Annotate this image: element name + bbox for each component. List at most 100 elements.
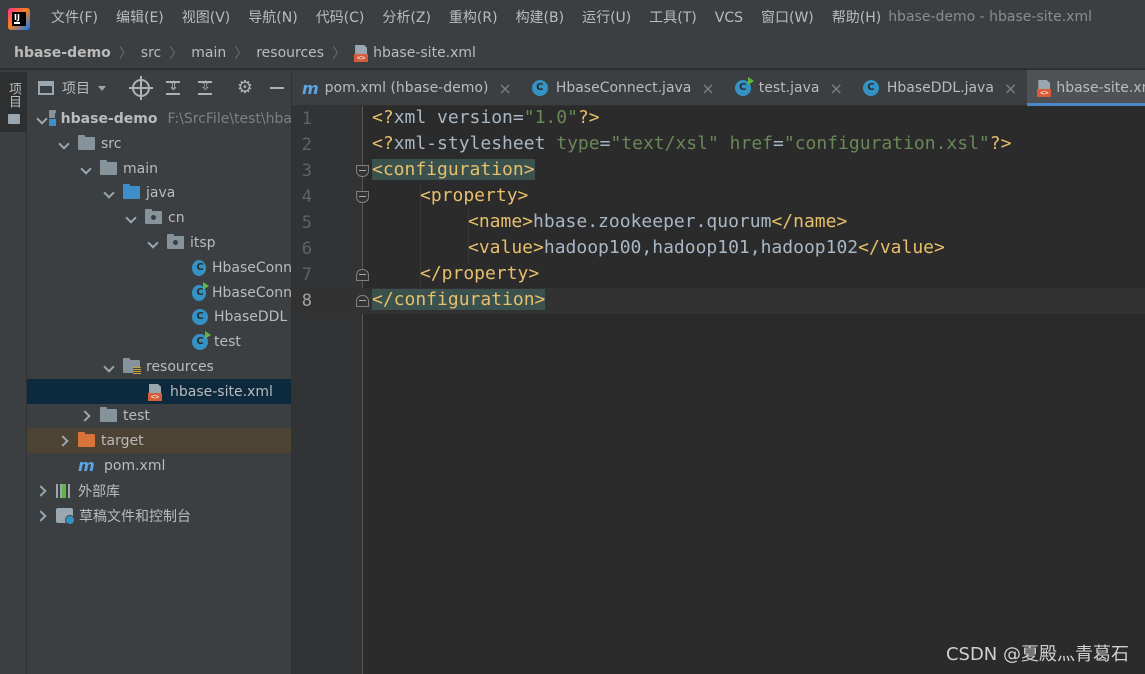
- chevron-right-icon[interactable]: [37, 511, 47, 521]
- chevron-right-icon[interactable]: [81, 411, 91, 421]
- module-folder-icon: [47, 110, 58, 127]
- watermark: CSDN @夏殿灬青葛石: [945, 644, 1129, 665]
- folder-icon: [100, 160, 117, 175]
- breadcrumb-separator: 〉: [234, 45, 249, 62]
- source-folder-icon: [123, 184, 140, 199]
- tab-pom-xml[interactable]: m pom.xml (hbase-demo) ×: [292, 70, 522, 106]
- xml-token: xml-stylesheet: [393, 133, 557, 154]
- xml-tag: <property>: [420, 185, 529, 206]
- chevron-down-icon[interactable]: [59, 139, 69, 149]
- tab-hbaseddl-java[interactable]: HbaseDDL.java ×: [853, 70, 1027, 106]
- close-icon[interactable]: ×: [498, 79, 511, 98]
- menu-edit[interactable]: 编辑(E): [107, 0, 173, 37]
- tree-item-pom[interactable]: m pom.xml: [27, 453, 291, 478]
- breadcrumb: hbase-demo 〉 src 〉 main 〉 resources 〉 hb…: [0, 37, 1145, 69]
- tab-hbaseconnect-java[interactable]: HbaseConnect.java ×: [522, 70, 725, 106]
- menu-run[interactable]: 运行(U): [573, 0, 640, 37]
- chevron-down-icon[interactable]: [126, 213, 136, 223]
- locate-file-icon[interactable]: [129, 76, 153, 100]
- chevron-down-icon[interactable]: [104, 362, 114, 372]
- menu-refactor[interactable]: 重构(R): [440, 0, 507, 37]
- xml-token: =: [599, 133, 611, 154]
- expand-all-icon[interactable]: [164, 79, 182, 97]
- tab-label: HbaseConnect.java: [555, 80, 692, 96]
- tree-item-label: 草稿文件和控制台: [79, 508, 191, 525]
- breadcrumb-resources[interactable]: resources: [256, 45, 324, 61]
- fold-marker-icon[interactable]: [356, 295, 369, 307]
- breadcrumb-project[interactable]: hbase-demo: [14, 45, 111, 61]
- tab-test-java[interactable]: test.java ×: [725, 70, 853, 106]
- tree-item-test[interactable]: test: [27, 403, 291, 428]
- tree-item-label: main: [123, 160, 158, 177]
- tree-item-target[interactable]: target: [27, 428, 291, 453]
- breadcrumb-main[interactable]: main: [191, 45, 226, 61]
- java-runnable-class-icon: [192, 330, 211, 350]
- xml-file-icon: [1037, 80, 1052, 97]
- line-number: 1: [301, 109, 312, 129]
- xml-token: ?>: [577, 107, 600, 128]
- fold-marker-icon[interactable]: [356, 269, 369, 281]
- project-tool-button[interactable]: 项目: [0, 72, 27, 132]
- menu-tools[interactable]: 工具(T): [640, 0, 705, 37]
- tree-item-project[interactable]: hbase-demo F:\SrcFile\test\hba: [27, 106, 291, 131]
- tree-item-java[interactable]: java: [27, 180, 291, 205]
- tree-item-label: target: [101, 432, 144, 449]
- breadcrumb-file[interactable]: hbase-site.xml: [373, 45, 476, 61]
- tree-item-class[interactable]: HbaseConn: [27, 280, 292, 305]
- chevron-down-icon[interactable]: [98, 85, 106, 91]
- fold-marker-icon[interactable]: [356, 165, 369, 177]
- chevron-right-icon[interactable]: [37, 486, 47, 496]
- menu-build[interactable]: 构建(B): [507, 0, 574, 37]
- menu-navigate[interactable]: 导航(N): [239, 0, 306, 37]
- tree-item-resources[interactable]: resources: [27, 354, 291, 379]
- close-icon[interactable]: ×: [829, 79, 842, 98]
- fold-marker-icon[interactable]: [356, 191, 369, 203]
- tree-item-itsp[interactable]: itsp: [27, 230, 291, 255]
- xml-token: href: [718, 133, 774, 154]
- breadcrumb-src[interactable]: src: [141, 45, 161, 61]
- tree-item-cn[interactable]: cn: [27, 205, 291, 230]
- menu-window[interactable]: 窗口(W): [752, 0, 823, 37]
- menu-code[interactable]: 代码(C): [307, 0, 374, 37]
- line-number: 3: [301, 161, 312, 181]
- chevron-down-icon[interactable]: [81, 164, 91, 174]
- chevron-down-icon[interactable]: [148, 238, 158, 248]
- package-icon: [145, 209, 162, 224]
- menu-analyze[interactable]: 分析(Z): [373, 0, 440, 37]
- tree-item-label: test: [214, 333, 241, 350]
- code-line-3: <configuration>: [372, 157, 535, 183]
- breadcrumb-separator: 〉: [169, 45, 184, 62]
- code-line-4: <property>: [420, 183, 528, 209]
- close-icon[interactable]: ×: [701, 79, 714, 98]
- chevron-right-icon[interactable]: [59, 436, 69, 446]
- chevron-down-icon[interactable]: [37, 114, 40, 124]
- tree-item-scratches[interactable]: 草稿文件和控制台: [27, 503, 291, 528]
- tree-item-main[interactable]: main: [27, 156, 291, 181]
- tree-item-external-libraries[interactable]: 外部库: [27, 478, 291, 503]
- chevron-down-icon[interactable]: [104, 188, 114, 198]
- close-icon[interactable]: ×: [1004, 79, 1017, 98]
- java-class-icon: [862, 80, 879, 96]
- menu-help[interactable]: 帮助(H): [823, 0, 890, 37]
- collapse-all-icon[interactable]: [196, 79, 214, 97]
- xml-token: <?: [372, 107, 394, 128]
- menu-file[interactable]: 文件(F): [42, 0, 107, 37]
- tree-item-label: HbaseDDL: [214, 308, 288, 325]
- tree-item-label: HbaseConn: [212, 284, 292, 301]
- tree-item-src[interactable]: src: [27, 131, 291, 156]
- window-title: hbase-demo - hbase-site.xml: [888, 9, 1092, 25]
- tree-item-label: test: [123, 407, 150, 424]
- hide-panel-icon[interactable]: [268, 79, 286, 97]
- tree-item-hbase-site[interactable]: hbase-site.xml: [27, 379, 291, 404]
- gear-icon[interactable]: ⚙: [236, 79, 254, 97]
- xml-tag: </value>: [858, 237, 945, 258]
- project-view-selector[interactable]: 项目: [62, 78, 90, 98]
- menu-vcs[interactable]: VCS: [706, 0, 752, 37]
- tab-label: hbase-site.xml: [1056, 80, 1145, 96]
- tree-item-class[interactable]: HbaseDDL: [27, 304, 291, 329]
- tree-item-label: java: [146, 184, 176, 201]
- tree-item-class[interactable]: test: [27, 329, 291, 354]
- tree-item-class[interactable]: HbaseConn: [27, 255, 291, 280]
- menu-view[interactable]: 视图(V): [173, 0, 240, 37]
- tab-hbase-site-xml[interactable]: hbase-site.xml ×: [1027, 70, 1145, 106]
